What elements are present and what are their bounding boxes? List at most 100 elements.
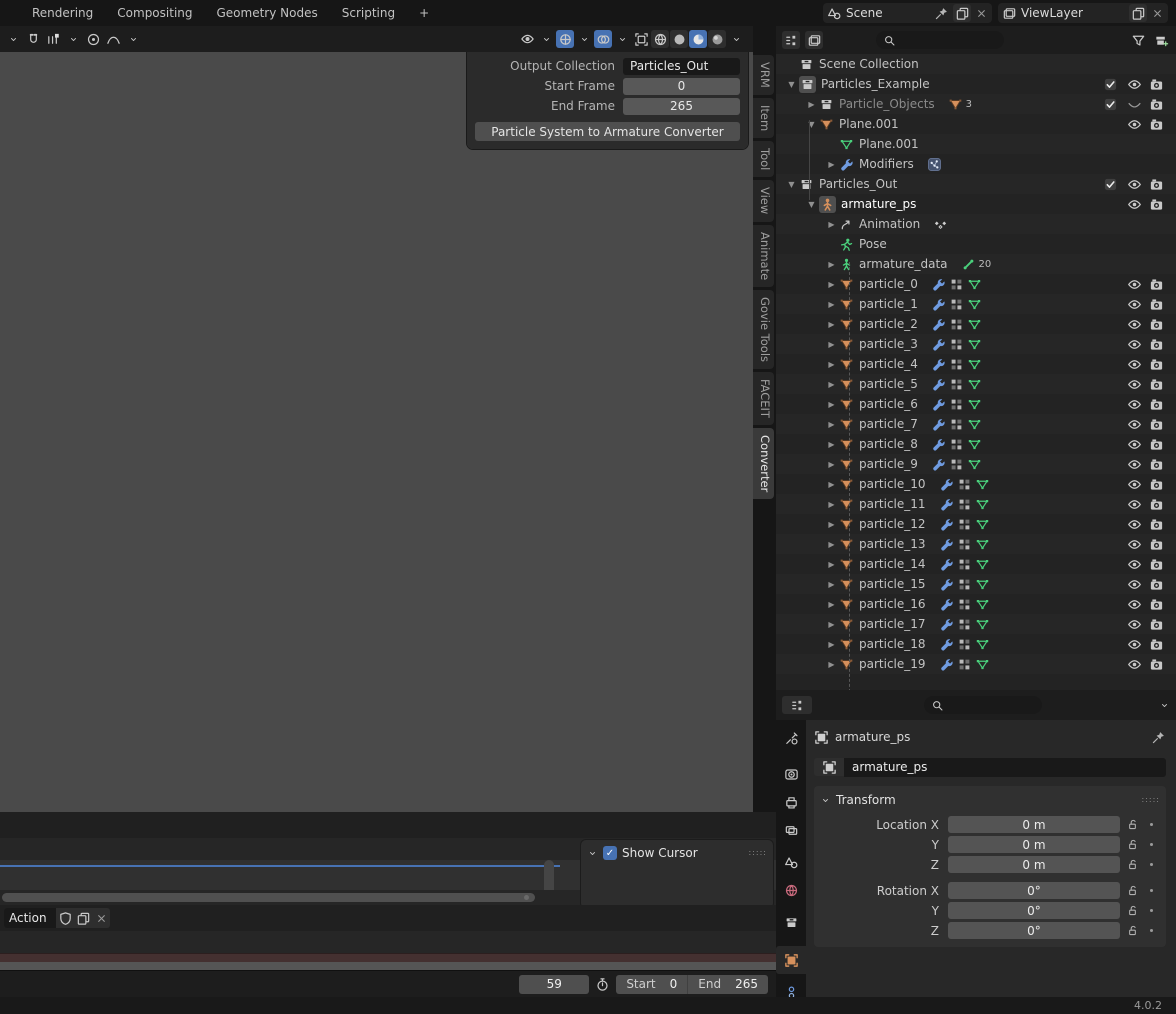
new-scene-button[interactable] bbox=[953, 4, 971, 22]
outliner-row-particle-12[interactable]: ▶particle_12 bbox=[776, 514, 1176, 534]
expander-icon[interactable]: ▼ bbox=[804, 200, 819, 209]
eye-visibility-icon[interactable] bbox=[1126, 556, 1143, 572]
camera-visibility-icon[interactable] bbox=[1148, 376, 1165, 392]
pin-icon[interactable] bbox=[1151, 730, 1166, 745]
camera-visibility-icon[interactable] bbox=[1148, 456, 1165, 472]
expander-icon[interactable]: ▶ bbox=[824, 160, 839, 169]
outliner-row-particle-5[interactable]: ▶particle_5 bbox=[776, 374, 1176, 394]
xray-icon[interactable] bbox=[632, 30, 650, 48]
outliner-filter-image-icon[interactable] bbox=[805, 31, 823, 49]
camera-visibility-icon[interactable] bbox=[1148, 636, 1165, 652]
sidebar-tab-tool[interactable]: Tool bbox=[753, 141, 774, 177]
collection-checkbox-icon[interactable] bbox=[1102, 96, 1119, 112]
scene-name[interactable]: Scene bbox=[846, 6, 930, 20]
camera-visibility-icon[interactable] bbox=[1148, 196, 1165, 212]
magnet-icon[interactable] bbox=[24, 30, 42, 48]
transform-value-field[interactable]: 0 m bbox=[948, 816, 1120, 833]
eye-visibility-icon[interactable] bbox=[1126, 316, 1143, 332]
outliner-row-particle-6[interactable]: ▶particle_6 bbox=[776, 394, 1176, 414]
expander-icon[interactable]: ▶ bbox=[824, 540, 839, 549]
outliner-row-particle-17[interactable]: ▶particle_17 bbox=[776, 614, 1176, 634]
workspace-tab-compositing[interactable]: Compositing bbox=[105, 2, 204, 24]
outliner-row-armature-data[interactable]: ▶armature_data20 bbox=[776, 254, 1176, 274]
drag-dots-icon[interactable]: ::::: bbox=[749, 851, 767, 855]
outliner-row-particle-2[interactable]: ▶particle_2 bbox=[776, 314, 1176, 334]
outliner-row-plane-001[interactable]: ▼Plane.001 bbox=[776, 114, 1176, 134]
expander-icon[interactable]: ▶ bbox=[804, 100, 819, 109]
camera-visibility-icon[interactable] bbox=[1148, 516, 1165, 532]
expander-icon[interactable]: ▶ bbox=[824, 340, 839, 349]
camera-visibility-icon[interactable] bbox=[1148, 396, 1165, 412]
expander-icon[interactable]: ▶ bbox=[824, 480, 839, 489]
chevron-down-icon[interactable] bbox=[124, 30, 142, 48]
drag-dots-icon[interactable]: ::::: bbox=[1142, 798, 1160, 802]
anim-dot-icon[interactable] bbox=[1146, 819, 1157, 830]
eye-visibility-icon[interactable] bbox=[1126, 376, 1143, 392]
show-cursor-checkbox[interactable]: ✓ bbox=[603, 846, 617, 860]
object-name-input[interactable]: armature_ps bbox=[844, 758, 1166, 777]
outliner-row-modifiers[interactable]: ▶Modifiers bbox=[776, 154, 1176, 174]
start-frame-field[interactable]: Start 0 bbox=[616, 975, 688, 994]
camera-visibility-icon[interactable] bbox=[1148, 616, 1165, 632]
unlink-action-icon[interactable] bbox=[92, 909, 110, 927]
outliner-row-particle-3[interactable]: ▶particle_3 bbox=[776, 334, 1176, 354]
properties-search-input[interactable] bbox=[924, 696, 1042, 714]
pin-icon[interactable] bbox=[934, 6, 949, 21]
sidebar-tab-govie-tools[interactable]: Govie Tools bbox=[753, 290, 774, 369]
keyframe-summary-strip[interactable] bbox=[0, 953, 776, 962]
camera-visibility-icon[interactable] bbox=[1148, 476, 1165, 492]
chevron-down-icon[interactable] bbox=[64, 30, 82, 48]
camera-visibility-icon[interactable] bbox=[1148, 356, 1165, 372]
copy-icon[interactable] bbox=[74, 909, 92, 927]
camera-visibility-icon[interactable] bbox=[1148, 316, 1165, 332]
outliner-row-particle-16[interactable]: ▶particle_16 bbox=[776, 594, 1176, 614]
outliner-row-particle-4[interactable]: ▶particle_4 bbox=[776, 354, 1176, 374]
camera-visibility-icon[interactable] bbox=[1148, 116, 1165, 132]
expander-icon[interactable]: ▶ bbox=[824, 500, 839, 509]
expander-icon[interactable]: ▶ bbox=[824, 360, 839, 369]
eye-visibility-icon[interactable] bbox=[1126, 276, 1143, 292]
outliner-row-particle-objects[interactable]: ▶Particle_Objects3 bbox=[776, 94, 1176, 114]
chevron-down-icon[interactable] bbox=[4, 30, 22, 48]
expander-icon[interactable]: ▶ bbox=[824, 560, 839, 569]
workspace-tab-scripting[interactable]: Scripting bbox=[330, 2, 407, 24]
workspace-tab-rendering[interactable]: Rendering bbox=[20, 2, 105, 24]
transform-value-field[interactable]: 0° bbox=[948, 922, 1120, 939]
camera-visibility-icon[interactable] bbox=[1148, 96, 1165, 112]
eye-visibility-icon[interactable] bbox=[1126, 456, 1143, 472]
outliner-row-armature-ps[interactable]: ▼armature_ps bbox=[776, 194, 1176, 214]
new-collection-icon[interactable] bbox=[1152, 31, 1170, 49]
rendered-icon[interactable] bbox=[708, 30, 726, 48]
transform-value-field[interactable]: 0 m bbox=[948, 836, 1120, 853]
workspace-tab-geometry-nodes[interactable]: Geometry Nodes bbox=[205, 2, 330, 24]
expander-icon[interactable]: ▶ bbox=[824, 660, 839, 669]
outliner-row-particles-example[interactable]: ▼Particles_Example bbox=[776, 74, 1176, 94]
lock-open-icon[interactable] bbox=[1126, 858, 1139, 871]
gizmo-blue-icon[interactable] bbox=[556, 30, 574, 48]
end-frame-field[interactable]: End 265 bbox=[688, 975, 768, 994]
transform-value-field[interactable]: 0° bbox=[948, 882, 1120, 899]
scene-selector[interactable]: Scene bbox=[823, 3, 992, 23]
properties-tab-world[interactable] bbox=[776, 876, 806, 904]
outliner-search-input[interactable] bbox=[876, 31, 1004, 49]
expander-icon[interactable]: ▶ bbox=[824, 420, 839, 429]
expander-icon[interactable]: ▶ bbox=[824, 400, 839, 409]
properties-editor-type-icon[interactable] bbox=[782, 696, 812, 714]
outliner-row-animation[interactable]: ▶Animation bbox=[776, 214, 1176, 234]
expander-icon[interactable]: ▼ bbox=[804, 120, 819, 129]
outliner-row-plane-001[interactable]: Plane.001 bbox=[776, 134, 1176, 154]
graph-hscrollbar[interactable] bbox=[2, 893, 535, 902]
scrollbar-zoom-handle[interactable] bbox=[524, 895, 529, 900]
eye-visibility-icon[interactable] bbox=[1126, 296, 1143, 312]
chevron-down-icon[interactable] bbox=[587, 848, 598, 859]
lock-open-icon[interactable] bbox=[1126, 884, 1139, 897]
sidebar-tab-vrm[interactable]: VRM bbox=[753, 55, 774, 95]
snap-with-icon[interactable] bbox=[44, 30, 62, 48]
lock-open-icon[interactable] bbox=[1126, 818, 1139, 831]
keyframe-channel-strip[interactable] bbox=[0, 962, 776, 970]
eye-visibility-icon[interactable] bbox=[1126, 636, 1143, 652]
outliner-row-particle-9[interactable]: ▶particle_9 bbox=[776, 454, 1176, 474]
eye-visibility-icon[interactable] bbox=[1126, 116, 1143, 132]
expander-icon[interactable]: ▶ bbox=[824, 600, 839, 609]
outliner-row-particle-10[interactable]: ▶particle_10 bbox=[776, 474, 1176, 494]
